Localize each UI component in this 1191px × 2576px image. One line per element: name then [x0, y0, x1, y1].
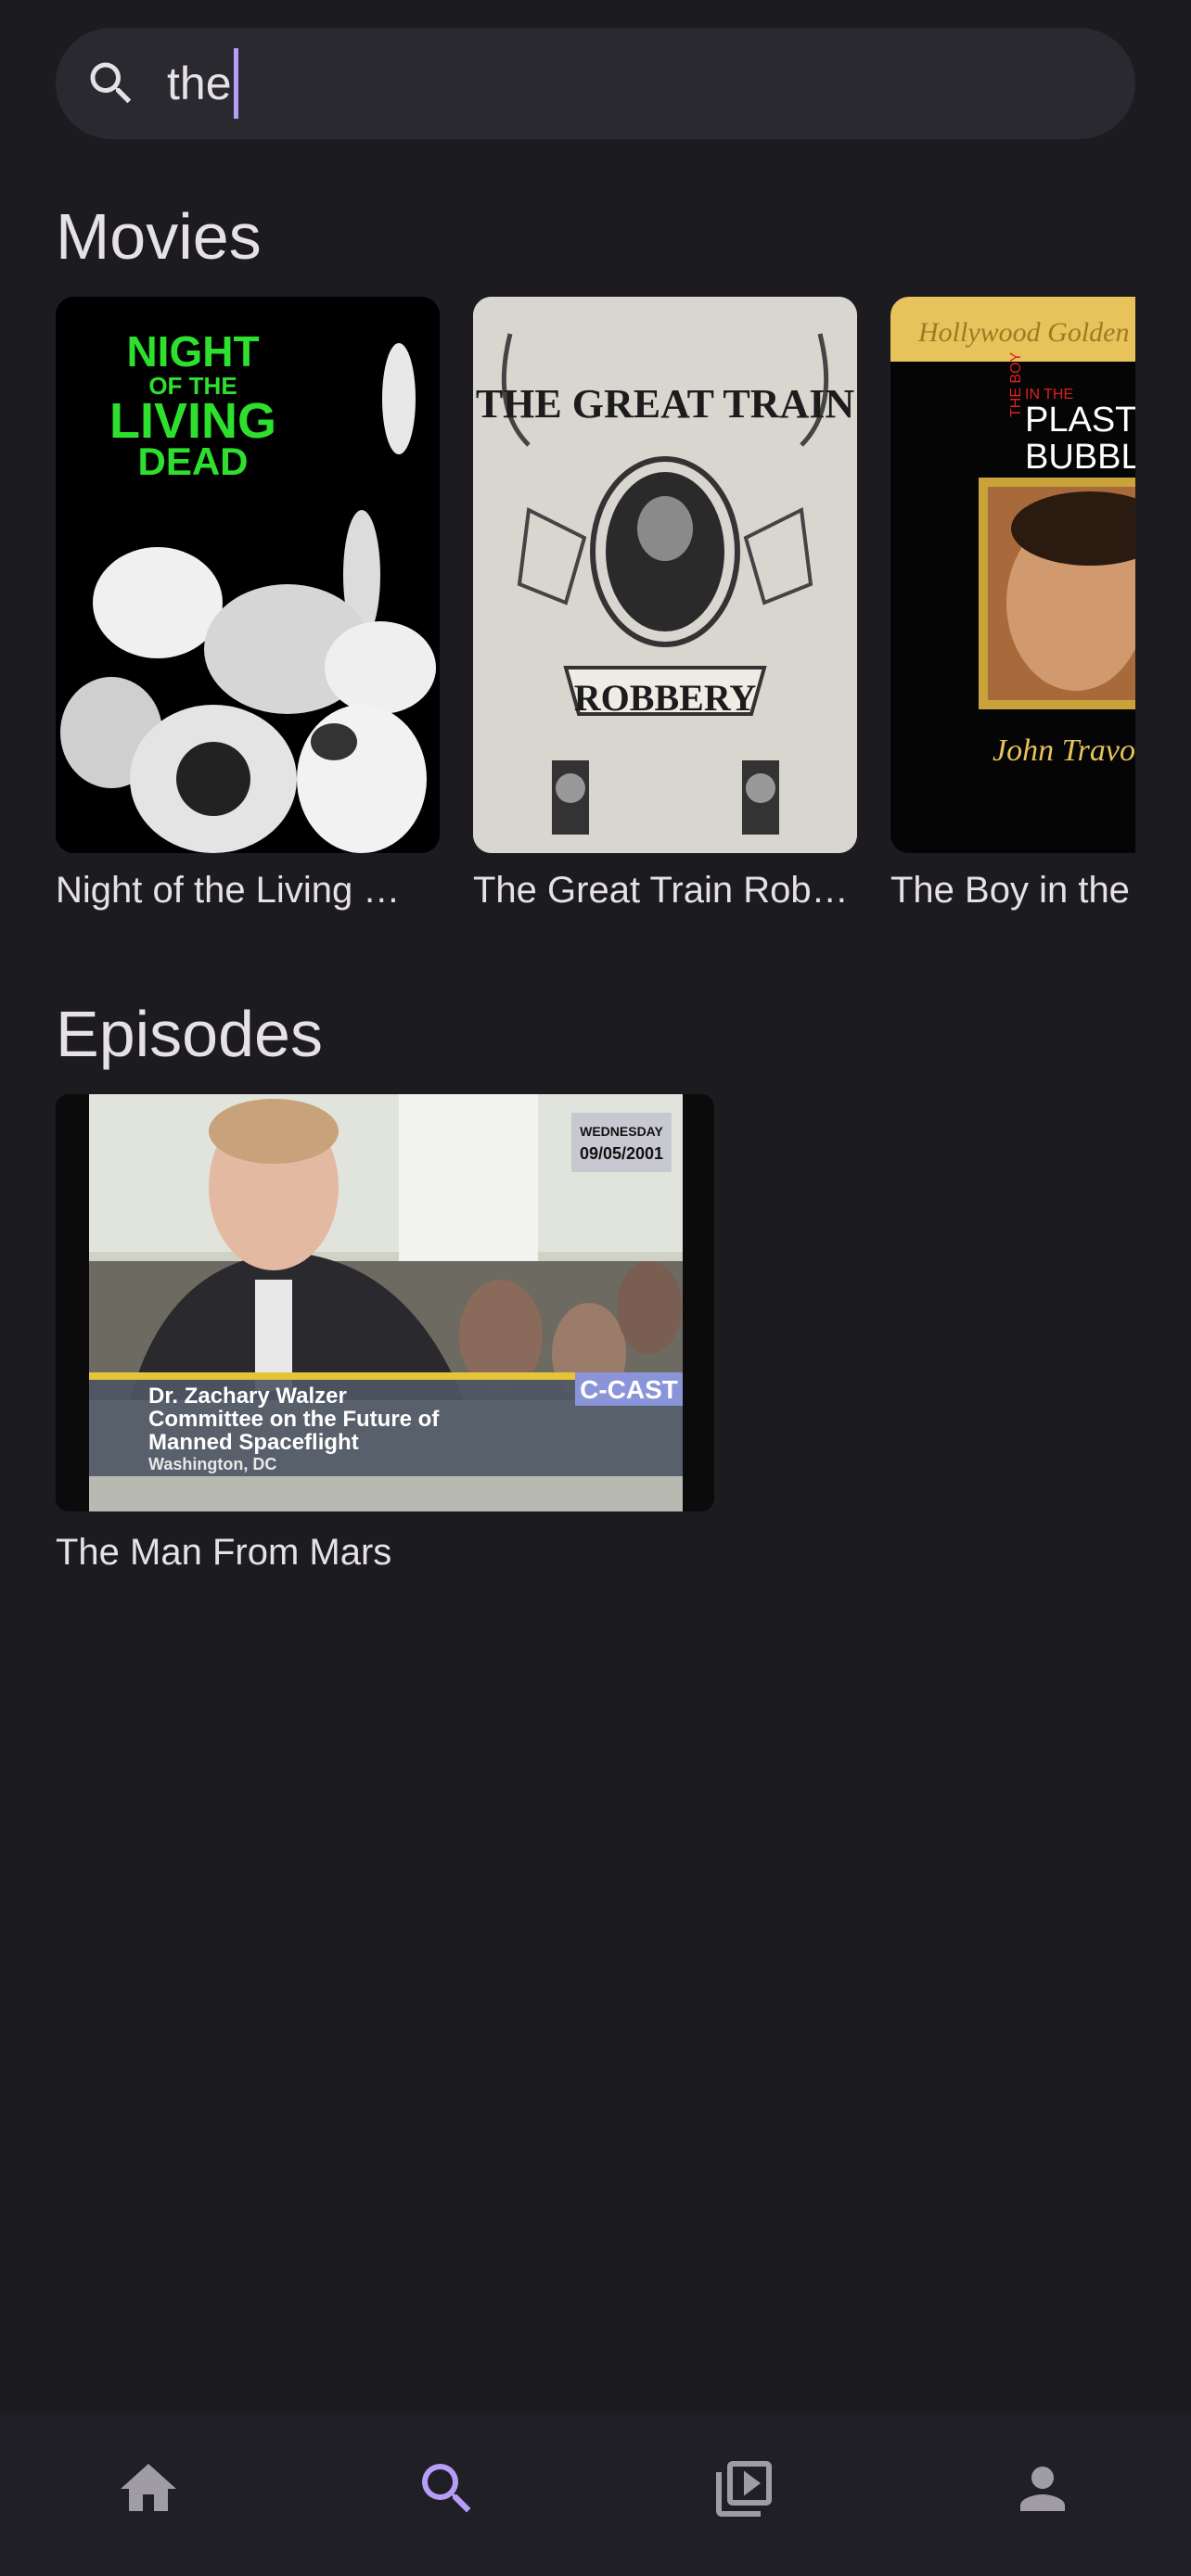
thumb-network: C-CAST — [580, 1375, 678, 1404]
search-query-text: the — [167, 57, 232, 109]
thumb-date-day: WEDNESDAY — [580, 1124, 663, 1139]
poster-title-line: THE BOY — [1008, 351, 1024, 417]
poster-credit-text: John Travo — [992, 733, 1135, 768]
poster-art: NIGHT OF THE LIVING DEAD — [56, 297, 440, 853]
thumbnail-art: WEDNESDAY 09/05/2001 C-CAST Dr. Zachary … — [56, 1094, 714, 1511]
thumb-lower-third-line: Manned Spaceflight — [148, 1430, 359, 1455]
movie-title: The Great Train Rob… — [473, 870, 849, 911]
thumb-location: Washington, DC — [148, 1455, 276, 1473]
episode-card[interactable]: WEDNESDAY 09/05/2001 C-CAST Dr. Zachary … — [56, 1094, 714, 1574]
thumb-lower-third-line: Committee on the Future of — [148, 1407, 440, 1432]
thumb-lower-third-line: Dr. Zachary Walzer — [148, 1384, 347, 1409]
text-caret — [233, 48, 238, 119]
movies-section-title: Movies — [56, 200, 262, 273]
poster-title-line: BUBBLE — [1025, 438, 1135, 477]
video-library-icon[interactable] — [711, 2455, 777, 2522]
movies-carousel[interactable]: NIGHT OF THE LIVING DEAD Night of the Li… — [56, 297, 1135, 927]
account-icon[interactable] — [1009, 2455, 1076, 2522]
poster-banner-text: Hollywood Golden — [917, 317, 1129, 348]
search-icon[interactable] — [414, 2455, 480, 2522]
episode-thumbnail[interactable]: WEDNESDAY 09/05/2001 C-CAST Dr. Zachary … — [56, 1094, 714, 1511]
poster-title-line: ROBBERY — [574, 677, 757, 719]
poster-title-line: DEAD — [137, 440, 248, 483]
poster-title-line: NIGHT — [126, 327, 259, 376]
movie-title: Night of the Living … — [56, 870, 401, 911]
movie-poster[interactable]: Hollywood Golden THE BOY IN THE PLASTIC … — [890, 297, 1135, 853]
movie-card[interactable]: NIGHT OF THE LIVING DEAD Night of the Li… — [56, 297, 440, 912]
movie-poster[interactable]: NIGHT OF THE LIVING DEAD — [56, 297, 440, 853]
episodes-section-title: Episodes — [56, 998, 323, 1070]
movie-poster[interactable]: THE GREAT TRAIN ROBBERY — [473, 297, 857, 853]
movie-card[interactable]: Hollywood Golden THE BOY IN THE PLASTIC … — [890, 297, 1135, 912]
home-icon[interactable] — [115, 2455, 182, 2522]
bottom-navigation-bar — [0, 2415, 1191, 2576]
poster-art: Hollywood Golden THE BOY IN THE PLASTIC … — [890, 297, 1135, 853]
search-bar[interactable]: the — [56, 28, 1135, 139]
poster-title-line: PLASTIC — [1025, 401, 1135, 440]
search-input[interactable]: the — [167, 28, 238, 139]
search-icon — [90, 62, 132, 104]
poster-art: THE GREAT TRAIN ROBBERY — [473, 297, 857, 853]
episode-title: The Man From Mars — [56, 1532, 392, 1573]
thumb-date: 09/05/2001 — [580, 1144, 663, 1163]
movie-title: The Boy in the — [890, 870, 1130, 911]
movie-card[interactable]: THE GREAT TRAIN ROBBERY The Great Train … — [473, 297, 857, 912]
poster-title-line: THE GREAT TRAIN — [476, 381, 855, 427]
